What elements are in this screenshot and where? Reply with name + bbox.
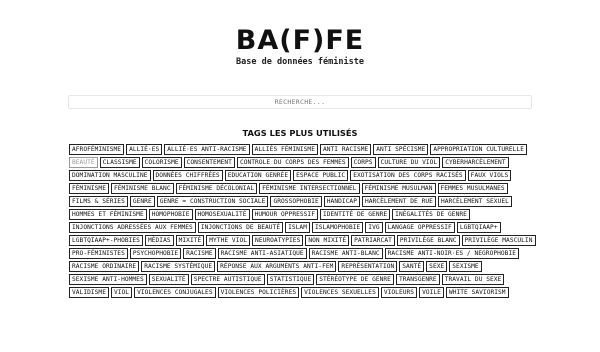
tag-chip[interactable]: IDENTITÉ DE GENRE: [319, 209, 391, 220]
tag-chip[interactable]: CORPS: [350, 157, 376, 168]
site-logo[interactable]: BA(F)FE: [0, 26, 600, 56]
tag-chip[interactable]: MIXITÉ: [175, 235, 205, 246]
tag-chip[interactable]: IVG: [365, 222, 383, 233]
tag-list: AFROFÉMINISME ALLIÉ·ES ALLIÉ·ES ANTI-RACIS…: [69, 144, 539, 298]
tag-chip[interactable]: CLASSISME: [99, 157, 140, 168]
tag-chip[interactable]: SEXUALITÉ: [148, 274, 189, 285]
tags-section-title: TAGS LES PLUS UTILISÉS: [242, 128, 358, 138]
tag-chip[interactable]: LGBTQIAAP+-PHOBIES: [69, 235, 143, 246]
tag-chip[interactable]: RÉPONSE AUX ARGUMENTS ANTI-FEM: [217, 261, 337, 272]
tag-chip[interactable]: SANTÉ: [399, 261, 425, 272]
tag-chip[interactable]: PRIVILÈGE BLANC: [396, 235, 460, 246]
tag-chip[interactable]: GENRE = CONSTRUCTION SOCIALE: [156, 196, 269, 207]
tag-chip[interactable]: SEXISME ANTI-HOMMES: [69, 274, 147, 285]
tag-chip[interactable]: LGBTQIAAP+: [456, 222, 501, 233]
tag-chip[interactable]: HANDICAP: [323, 196, 360, 207]
tag-chip[interactable]: WHITE SAVIORISM: [445, 287, 509, 298]
tag-chip[interactable]: STÉRÉOTYPE DE GENRE: [316, 274, 394, 285]
tag-chip[interactable]: VIOLENCES SEXUELLES: [301, 287, 379, 298]
tag-chip[interactable]: ANTI RACISME: [319, 144, 372, 155]
tag-chip[interactable]: VOILE: [419, 287, 444, 298]
tag-chip[interactable]: LANGAGE OPPRESSIF: [384, 222, 455, 233]
tag-chip[interactable]: CULTURE DU VIOL: [377, 157, 441, 168]
tag-chip[interactable]: AFROFÉMINISME: [69, 144, 125, 155]
tag-chip[interactable]: REPRÉSENTATION: [338, 261, 398, 272]
tag-chip[interactable]: VIOL: [110, 287, 133, 298]
tag-chip[interactable]: FÉMINISME BLANC: [110, 183, 174, 194]
tag-chip[interactable]: EDUCATION GENRÉE: [224, 170, 292, 181]
tag-chip[interactable]: NEUROATYPIES: [252, 235, 304, 246]
tag-chip[interactable]: RACISME ANTI-ASIATIQUE: [217, 248, 307, 259]
tag-chip[interactable]: ESPACE PUBLIC: [293, 170, 349, 181]
tag-chip[interactable]: APPROPRIATION CULTURELLE: [430, 144, 527, 155]
tag-chip[interactable]: ALLIÉ·ES ANTI-RACISME: [164, 144, 250, 155]
tag-chip[interactable]: FILMS & SÉRIES: [69, 196, 128, 207]
tag-chip[interactable]: STATISTIQUE: [266, 274, 315, 285]
tag-chip[interactable]: INJONCTIONS DE BEAUTÉ: [197, 222, 284, 233]
tag-chip[interactable]: FÉMINISME MUSULMAN: [361, 183, 436, 194]
tag-chip[interactable]: ALLIÉS FÉMINISME: [251, 144, 318, 155]
tag-chip[interactable]: RACISME: [183, 248, 216, 259]
tag-chip[interactable]: ISLAMOPHOBIE: [311, 222, 364, 233]
tag-chip[interactable]: HOMOSEXUALITÉ: [194, 209, 250, 220]
tag-chip[interactable]: SEXISME: [449, 261, 482, 272]
search-input[interactable]: [68, 95, 532, 109]
tag-chip[interactable]: HARCÈLEMENT SEXUEL: [437, 196, 512, 207]
tag-chip[interactable]: PRO-FÉMINISTES: [69, 248, 128, 259]
tag-chip[interactable]: SPECTRE AUTISTIQUE: [190, 274, 265, 285]
tag-chip[interactable]: FAUX VIOLS: [467, 170, 512, 181]
site-subtitle: Base de données féministe: [236, 57, 364, 67]
tag-chip[interactable]: TRAVAIL DU SEXE: [441, 274, 505, 285]
tag-chip[interactable]: PATRIARCAT: [351, 235, 395, 246]
tag-chip[interactable]: ANTI SPÉCISME: [373, 144, 429, 155]
tag-chip[interactable]: RACISME ANTI-BLANC: [308, 248, 383, 259]
tag-chip[interactable]: GROSSOPHOBIE: [270, 196, 322, 207]
tag-chip[interactable]: COLORISME: [141, 157, 182, 168]
tag-chip[interactable]: RACISME ORDINAIRE: [69, 261, 140, 272]
tag-chip[interactable]: TRANSGENRE: [395, 274, 440, 285]
tag-chip[interactable]: RACISME SYSTÉMIQUE: [141, 261, 216, 272]
tag-chip[interactable]: RACISME ANTI-NOIR·ES / NEGROPHOBIE: [384, 248, 519, 259]
tag-chip[interactable]: PRIVILÈGE MASCULIN: [461, 235, 536, 246]
tag-chip[interactable]: EXOTISATION DES CORPS RACISÉS: [350, 170, 466, 181]
tag-chip[interactable]: CONTROLE DU CORPS DES FEMMES: [236, 157, 349, 168]
tag-chip[interactable]: HOMOPHOBIE: [148, 209, 193, 220]
tag-chip[interactable]: MYTHE VIOL: [206, 235, 251, 246]
tag-chip[interactable]: INJONCTIONS ADRESSÉES AUX FEMMES: [69, 222, 196, 233]
tag-chip[interactable]: VIOLENCES POLICIÈRES: [217, 287, 300, 298]
tag-chip[interactable]: HARCÈLEMENT DE RUE: [361, 196, 436, 207]
tag-chip[interactable]: BEAUTÉ: [69, 157, 98, 168]
tag-chip[interactable]: FÉMINISME DÉCOLONIAL: [175, 183, 258, 194]
tag-chip[interactable]: MÉDIAS: [144, 235, 174, 246]
tag-chip[interactable]: HUMOUR OPPRESSIF: [251, 209, 318, 220]
tag-chip[interactable]: DONNÉES CHIFFRÉES: [152, 170, 223, 181]
tag-chip[interactable]: ISLAM: [285, 222, 310, 233]
tag-chip[interactable]: VIOLEURS: [380, 287, 418, 298]
tag-chip[interactable]: FÉMINISME INTERSECTIONNEL: [259, 183, 360, 194]
tag-chip[interactable]: VALIDISME: [69, 287, 109, 298]
tag-chip[interactable]: GENRE: [129, 196, 155, 207]
tag-chip[interactable]: FEMMES MUSULMANES: [437, 183, 508, 194]
tag-chip[interactable]: CONSENTEMENT: [183, 157, 235, 168]
tag-chip[interactable]: SEXE: [426, 261, 448, 272]
tag-chip[interactable]: INÉGALITÉS DE GENRE: [392, 209, 470, 220]
tag-chip[interactable]: ALLIÉ·ES: [126, 144, 163, 155]
tag-chip[interactable]: HOMMES ET FÉMINISME: [69, 209, 147, 220]
tag-chip[interactable]: DOMINATION MASCULINE: [69, 170, 151, 181]
tag-chip[interactable]: CYBERHARCÈLEMENT: [442, 157, 509, 168]
tag-chip[interactable]: PSYCHOPHOBIE: [129, 248, 182, 259]
tag-chip[interactable]: VIOLENCES CONJUGALES: [134, 287, 216, 298]
tag-chip[interactable]: FÉMINISME: [69, 183, 109, 194]
tag-chip[interactable]: NON MIXITÉ: [305, 235, 350, 246]
